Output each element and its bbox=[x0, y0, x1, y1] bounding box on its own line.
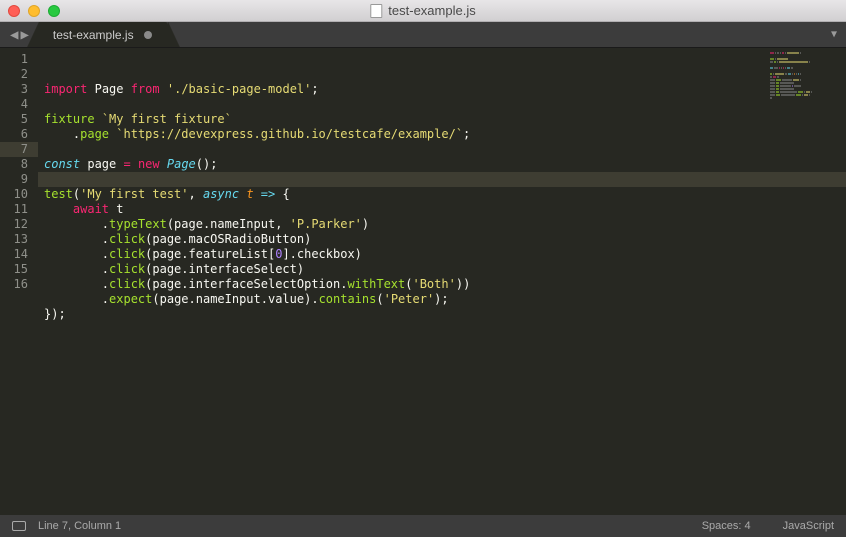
line-number[interactable]: 8 bbox=[0, 157, 38, 172]
line-number[interactable]: 5 bbox=[0, 112, 38, 127]
line-number[interactable]: 3 bbox=[0, 82, 38, 97]
line-number[interactable]: 15 bbox=[0, 262, 38, 277]
indentation-setting[interactable]: Spaces: 4 bbox=[702, 520, 751, 532]
editor: 12345678910111213141516 import Page from… bbox=[0, 48, 846, 515]
tab-dirty-indicator-icon[interactable] bbox=[144, 31, 152, 39]
line-number[interactable]: 10 bbox=[0, 187, 38, 202]
code-line[interactable] bbox=[38, 172, 846, 187]
line-number[interactable]: 16 bbox=[0, 277, 38, 292]
code-line[interactable]: await t bbox=[38, 202, 846, 217]
tab-label: test-example.js bbox=[53, 28, 134, 42]
cursor-position[interactable]: Line 7, Column 1 bbox=[38, 520, 121, 532]
code-line[interactable]: .click(page.interfaceSelectOption.withTe… bbox=[38, 277, 846, 292]
code-line[interactable] bbox=[38, 142, 846, 157]
code-line[interactable]: .page `https://devexpress.github.io/test… bbox=[38, 127, 846, 142]
line-number-gutter[interactable]: 12345678910111213141516 bbox=[0, 48, 38, 515]
tab-active[interactable]: test-example.js bbox=[39, 22, 168, 47]
code-line[interactable]: .click(page.featureList[0].checkbox) bbox=[38, 247, 846, 262]
tab-bar: ◀ ▶ test-example.js ▼ bbox=[0, 22, 846, 48]
code-line[interactable]: .click(page.macOSRadioButton) bbox=[38, 232, 846, 247]
minimap[interactable] bbox=[770, 52, 840, 132]
code-line[interactable]: .click(page.interfaceSelect) bbox=[38, 262, 846, 277]
maximize-window-button[interactable] bbox=[48, 5, 60, 17]
line-number[interactable]: 4 bbox=[0, 97, 38, 112]
nav-back-icon[interactable]: ◀ bbox=[10, 27, 18, 43]
code-line[interactable]: }); bbox=[38, 307, 846, 322]
code-line[interactable] bbox=[38, 97, 846, 112]
tab-overflow-button[interactable]: ▼ bbox=[822, 22, 846, 47]
line-number[interactable]: 13 bbox=[0, 232, 38, 247]
code-line[interactable]: test('My first test', async t => { bbox=[38, 187, 846, 202]
code-line[interactable]: const page = new Page(); bbox=[38, 157, 846, 172]
line-number[interactable]: 7 bbox=[0, 142, 38, 157]
line-number[interactable]: 6 bbox=[0, 127, 38, 142]
syntax-setting[interactable]: JavaScript bbox=[783, 520, 834, 532]
window-titlebar: test-example.js bbox=[0, 0, 846, 22]
line-number[interactable]: 12 bbox=[0, 217, 38, 232]
file-icon bbox=[370, 4, 382, 18]
status-bar: Line 7, Column 1 Spaces: 4 JavaScript bbox=[0, 515, 846, 537]
close-window-button[interactable] bbox=[8, 5, 20, 17]
minimize-window-button[interactable] bbox=[28, 5, 40, 17]
traffic-lights bbox=[8, 5, 60, 17]
window-title-text: test-example.js bbox=[388, 3, 475, 18]
line-number[interactable]: 14 bbox=[0, 247, 38, 262]
code-line[interactable]: .expect(page.nameInput.value).contains('… bbox=[38, 292, 846, 307]
code-line[interactable]: fixture `My first fixture` bbox=[38, 112, 846, 127]
window-title: test-example.js bbox=[370, 3, 475, 18]
code-line[interactable]: .typeText(page.nameInput, 'P.Parker') bbox=[38, 217, 846, 232]
line-number[interactable]: 1 bbox=[0, 52, 38, 67]
code-line[interactable]: import Page from './basic-page-model'; bbox=[38, 82, 846, 97]
line-number[interactable]: 2 bbox=[0, 67, 38, 82]
line-number[interactable]: 11 bbox=[0, 202, 38, 217]
code-area[interactable]: import Page from './basic-page-model'; fi… bbox=[38, 48, 846, 515]
panel-switcher-icon[interactable] bbox=[12, 521, 26, 531]
line-number[interactable]: 9 bbox=[0, 172, 38, 187]
